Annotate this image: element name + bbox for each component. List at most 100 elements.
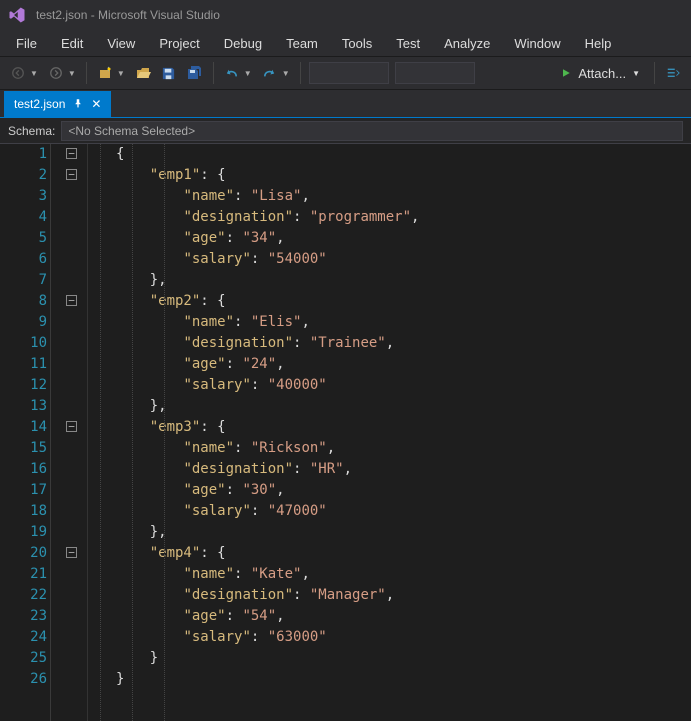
code-line[interactable]: "name": "Lisa", [116,186,691,207]
code-line[interactable]: "designation": "HR", [116,459,691,480]
tab-filename: test2.json [14,97,65,111]
chevron-down-icon[interactable]: ▼ [244,69,252,78]
menu-view[interactable]: View [95,33,147,54]
line-number: 12 [0,375,47,396]
line-number: 15 [0,438,47,459]
separator [300,62,301,84]
code-line[interactable]: "salary": "54000" [116,249,691,270]
code-line[interactable]: }, [116,396,691,417]
code-line[interactable]: "age": "24", [116,354,691,375]
schema-label: Schema: [8,124,55,138]
line-number: 21 [0,564,47,585]
menu-team[interactable]: Team [274,33,330,54]
menu-debug[interactable]: Debug [212,33,274,54]
menu-project[interactable]: Project [147,33,211,54]
open-file-button[interactable] [131,61,155,85]
solution-configurations-combo[interactable] [309,62,389,84]
line-number: 1− [0,144,47,165]
code-area[interactable]: { "emp1": { "name": "Lisa", "designation… [88,144,691,721]
fold-toggle-icon[interactable]: − [66,547,77,558]
line-number: 4 [0,207,47,228]
visual-studio-logo-icon [8,6,26,24]
fold-toggle-icon[interactable]: − [66,295,77,306]
line-number: 26 [0,669,47,690]
line-number: 25 [0,648,47,669]
menu-tools[interactable]: Tools [330,33,384,54]
line-number: 8− [0,291,47,312]
line-number: 6 [0,249,47,270]
menu-window[interactable]: Window [502,33,572,54]
fold-toggle-icon[interactable]: − [66,421,77,432]
line-number: 5 [0,228,47,249]
line-number: 11 [0,354,47,375]
separator [213,62,214,84]
code-line[interactable]: "emp3": { [116,417,691,438]
chevron-down-icon[interactable]: ▼ [68,69,76,78]
line-number: 18 [0,501,47,522]
menu-help[interactable]: Help [573,33,624,54]
document-tabbar: test2.json ✕ [0,90,691,118]
undo-button[interactable] [220,61,244,85]
code-line[interactable]: "age": "34", [116,228,691,249]
chevron-down-icon[interactable]: ▼ [30,69,38,78]
schema-bar: Schema: <No Schema Selected> [0,118,691,144]
code-line[interactable]: "age": "54", [116,606,691,627]
code-line[interactable]: "age": "30", [116,480,691,501]
tab-test2-json[interactable]: test2.json ✕ [4,91,111,117]
redo-button[interactable] [258,61,282,85]
menu-edit[interactable]: Edit [49,33,95,54]
separator [86,62,87,84]
code-line[interactable]: } [116,648,691,669]
code-line[interactable]: "name": "Kate", [116,564,691,585]
nav-forward-button[interactable] [44,61,68,85]
code-line[interactable]: "name": "Rickson", [116,438,691,459]
attach-label: Attach... [578,66,626,81]
code-line[interactable]: "salary": "63000" [116,627,691,648]
window-title: test2.json - Microsoft Visual Studio [36,8,220,22]
schema-value: <No Schema Selected> [68,124,195,138]
fold-toggle-icon[interactable]: − [66,148,77,159]
save-all-button[interactable] [183,61,207,85]
chevron-down-icon[interactable]: ▼ [117,69,125,78]
schema-combo[interactable]: <No Schema Selected> [61,121,683,141]
menu-analyze[interactable]: Analyze [432,33,502,54]
chevron-down-icon[interactable]: ▼ [282,69,290,78]
menubar: FileEditViewProjectDebugTeamToolsTestAna… [0,30,691,56]
line-number: 7 [0,270,47,291]
new-project-button[interactable] [93,61,117,85]
code-line[interactable]: { [116,144,691,165]
code-line[interactable]: "emp2": { [116,291,691,312]
line-number: 22 [0,585,47,606]
solution-platforms-combo[interactable] [395,62,475,84]
pin-icon[interactable] [73,98,83,111]
code-editor[interactable]: 1−2−345678−91011121314−151617181920−2122… [0,144,691,721]
code-line[interactable]: "salary": "40000" [116,375,691,396]
line-number: 14− [0,417,47,438]
toolbar-overflow-icon[interactable] [661,61,685,85]
code-line[interactable]: }, [116,270,691,291]
line-number: 13 [0,396,47,417]
code-line[interactable]: "name": "Elis", [116,312,691,333]
line-number: 10 [0,333,47,354]
code-line[interactable]: "emp1": { [116,165,691,186]
chevron-down-icon: ▼ [632,69,640,78]
code-line[interactable]: "designation": "programmer", [116,207,691,228]
code-line[interactable]: "designation": "Manager", [116,585,691,606]
code-line[interactable]: "designation": "Trainee", [116,333,691,354]
attach-button[interactable]: Attach... ▼ [552,61,648,85]
code-line[interactable]: "emp4": { [116,543,691,564]
line-number: 9 [0,312,47,333]
code-line[interactable]: }, [116,522,691,543]
line-number: 17 [0,480,47,501]
nav-back-button[interactable] [6,61,30,85]
menu-test[interactable]: Test [384,33,432,54]
menu-file[interactable]: File [4,33,49,54]
save-button[interactable] [157,61,181,85]
close-icon[interactable]: ✕ [91,97,101,111]
code-line[interactable]: } [116,669,691,690]
line-number: 23 [0,606,47,627]
code-line[interactable]: "salary": "47000" [116,501,691,522]
toolbar: ▼ ▼ ▼ ▼ ▼ Attach... ▼ [0,56,691,90]
separator [654,62,655,84]
fold-toggle-icon[interactable]: − [66,169,77,180]
